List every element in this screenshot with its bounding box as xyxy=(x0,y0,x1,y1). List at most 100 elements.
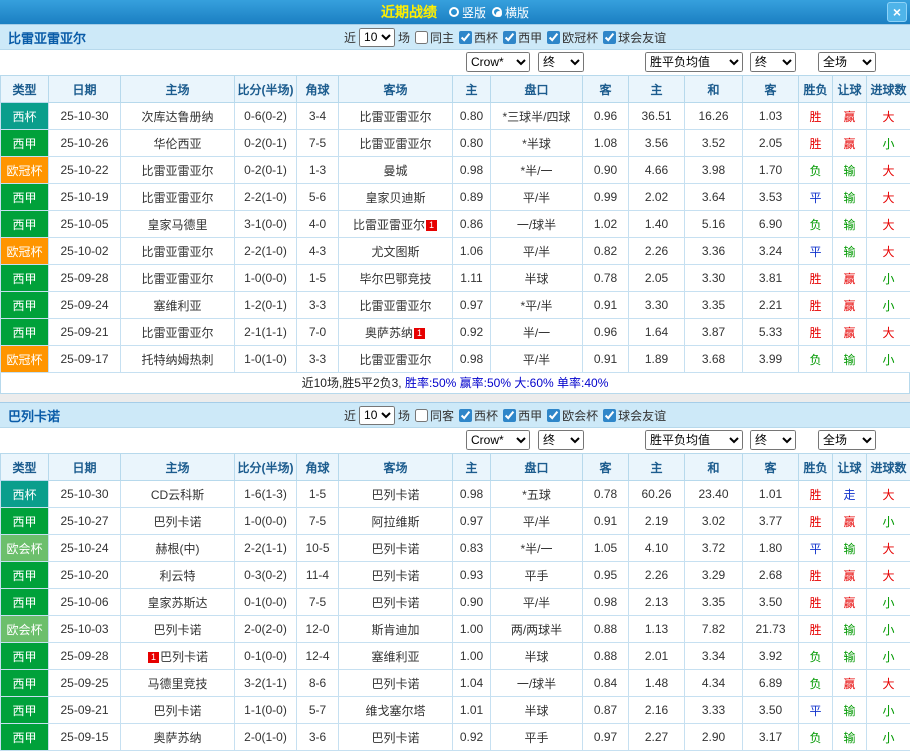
ah-away-odds: 1.05 xyxy=(582,534,629,562)
handicap-result: 输 xyxy=(832,237,867,265)
final-odds-select-2[interactable]: 终 xyxy=(750,52,796,72)
handicap-result: 输 xyxy=(832,156,867,184)
ah-home-odds: 0.97 xyxy=(452,291,491,319)
checkbox-input[interactable] xyxy=(547,408,561,422)
match-row: 西甲 25-10-27 巴列卡诺 1-0(0-0) 7-5 阿拉维斯 0.97 … xyxy=(0,507,910,535)
match-date: 25-10-22 xyxy=(48,156,121,184)
score: 3-1(0-0) xyxy=(234,210,297,238)
column-header: 类型 xyxy=(0,453,49,481)
score: 1-0(0-0) xyxy=(234,507,297,535)
league-type-badge: 西甲 xyxy=(0,588,49,616)
handicap-line: 半球 xyxy=(490,696,583,724)
odds-company-select[interactable]: Crow* xyxy=(466,430,530,450)
home-team: 比雷亚雷亚尔 xyxy=(120,318,235,346)
match-count-select[interactable]: 10 xyxy=(359,27,396,47)
home-team: 皇家马德里 xyxy=(120,210,235,238)
vertical-layout-radio-icon[interactable] xyxy=(448,7,459,17)
filter-checkbox-3[interactable]: 欧冠杯 xyxy=(547,29,598,46)
away-team: 毕尔巴鄂竞技 xyxy=(338,264,453,292)
goals-over-under: 小 xyxy=(866,696,910,724)
full-match-scope-select[interactable]: 全场 xyxy=(818,430,876,450)
filter-checkbox-0[interactable]: 同客 xyxy=(415,407,454,424)
away-team: 比雷亚雷亚尔 1 xyxy=(338,210,453,238)
games-label: 场 xyxy=(398,30,411,45)
full-match-scope-select[interactable]: 全场 xyxy=(818,52,876,72)
corners: 4-3 xyxy=(296,237,339,265)
checkbox-input[interactable] xyxy=(459,30,473,44)
match-row: 西杯 25-10-30 CD云科斯 1-6(1-3) 1-5 巴列卡诺 0.98… xyxy=(0,480,910,508)
team-section-header: 比雷亚雷亚尔 近 10 场 同主 西杯 西甲 欧冠杯 球会友谊 xyxy=(0,24,910,50)
filter-checkbox-4[interactable]: 球会友谊 xyxy=(603,407,666,424)
goals-over-under: 大 xyxy=(866,480,910,508)
eu-draw-odds: 2.90 xyxy=(684,723,743,751)
checkbox-input[interactable] xyxy=(603,408,617,422)
final-odds-select-1[interactable]: 终 xyxy=(538,430,584,450)
red-card-badge: 1 xyxy=(147,651,159,663)
match-date: 25-09-25 xyxy=(48,669,121,697)
filter-checkbox-0[interactable]: 同主 xyxy=(415,29,454,46)
filter-checkbox-1[interactable]: 西杯 xyxy=(459,407,498,424)
score: 2-2(1-0) xyxy=(234,237,297,265)
checkbox-label: 球会友谊 xyxy=(618,408,667,423)
dropdown-row: Crow* 终 胜平负均值 终 全场 xyxy=(0,50,910,75)
final-odds-select-2[interactable]: 终 xyxy=(750,430,796,450)
match-date: 25-10-02 xyxy=(48,237,121,265)
table-header-row: 类型 日期 主场 比分(半场) 角球 客场主盘口客主和客胜负 让球 进球数 xyxy=(0,75,910,103)
score: 2-0(1-0) xyxy=(234,723,297,751)
ah-away-odds: 0.78 xyxy=(582,480,629,508)
goals-over-under: 小 xyxy=(866,642,910,670)
eu-away-odds: 6.89 xyxy=(742,669,799,697)
match-row: 西甲 25-10-26 华伦西亚 0-2(0-1) 7-5 比雷亚雷亚尔 0.8… xyxy=(0,129,910,157)
match-date: 25-10-30 xyxy=(48,480,121,508)
match-result: 负 xyxy=(798,723,833,751)
ah-away-odds: 1.02 xyxy=(582,210,629,238)
horizontal-layout-radio-icon[interactable] xyxy=(492,7,502,17)
final-odds-select-1[interactable]: 终 xyxy=(538,52,584,72)
filter-checkbox-4[interactable]: 球会友谊 xyxy=(603,29,666,46)
close-icon[interactable]: × xyxy=(887,2,907,22)
checkbox-input[interactable] xyxy=(415,408,429,422)
match-result: 负 xyxy=(798,642,833,670)
filter-checkbox-1[interactable]: 西杯 xyxy=(459,29,498,46)
eu-home-odds: 2.05 xyxy=(628,264,685,292)
filter-checkbox-2[interactable]: 西甲 xyxy=(503,29,542,46)
column-header: 胜负 xyxy=(798,453,833,481)
away-team: 塞维利亚 xyxy=(338,642,453,670)
win-draw-lose-avg-select[interactable]: 胜平负均值 xyxy=(645,430,743,450)
filter-checkbox-3[interactable]: 欧会杯 xyxy=(547,407,598,424)
match-count-select[interactable]: 10 xyxy=(359,405,396,425)
goals-over-under: 大 xyxy=(866,183,910,211)
checkbox-input[interactable] xyxy=(459,408,473,422)
ah-home-odds: 0.86 xyxy=(452,210,491,238)
checkbox-input[interactable] xyxy=(503,408,517,422)
column-header: 比分(半场) xyxy=(234,453,297,481)
horizontal-layout-label[interactable]: 横版 xyxy=(505,4,529,21)
league-type-badge: 西甲 xyxy=(0,696,49,724)
odds-company-select[interactable]: Crow* xyxy=(466,52,530,72)
checkbox-input[interactable] xyxy=(603,30,617,44)
checkbox-input[interactable] xyxy=(547,30,561,44)
home-team: 1 巴列卡诺 xyxy=(120,642,235,670)
checkbox-input[interactable] xyxy=(415,30,429,44)
column-header: 客 xyxy=(582,453,629,481)
match-date: 25-09-15 xyxy=(48,723,121,751)
eu-home-odds: 2.27 xyxy=(628,723,685,751)
column-header: 角球 xyxy=(296,453,339,481)
win-draw-lose-avg-select[interactable]: 胜平负均值 xyxy=(645,52,743,72)
away-team: 奥萨苏纳 1 xyxy=(338,318,453,346)
home-team: 赫根(中) xyxy=(120,534,235,562)
handicap-result: 输 xyxy=(832,696,867,724)
vertical-layout-label[interactable]: 竖版 xyxy=(462,4,486,21)
match-result: 胜 xyxy=(798,588,833,616)
checkbox-input[interactable] xyxy=(503,30,517,44)
goals-over-under: 大 xyxy=(866,210,910,238)
ah-away-odds: 0.90 xyxy=(582,156,629,184)
eu-draw-odds: 7.82 xyxy=(684,615,743,643)
corners: 8-6 xyxy=(296,669,339,697)
eu-away-odds: 2.21 xyxy=(742,291,799,319)
filter-checkbox-2[interactable]: 西甲 xyxy=(503,407,542,424)
goals-over-under: 小 xyxy=(866,507,910,535)
handicap-line: 一/球半 xyxy=(490,669,583,697)
recent-results-panel: 近期战绩 竖版 横版 × 比雷亚雷亚尔 近 10 场 同主 西杯 西甲 欧冠杯 球会友谊… xyxy=(0,0,910,751)
summary-row: 近10场,胜5平2负3, 胜率:50% 赢率:50% 大:60% 单率:40% xyxy=(0,373,910,394)
